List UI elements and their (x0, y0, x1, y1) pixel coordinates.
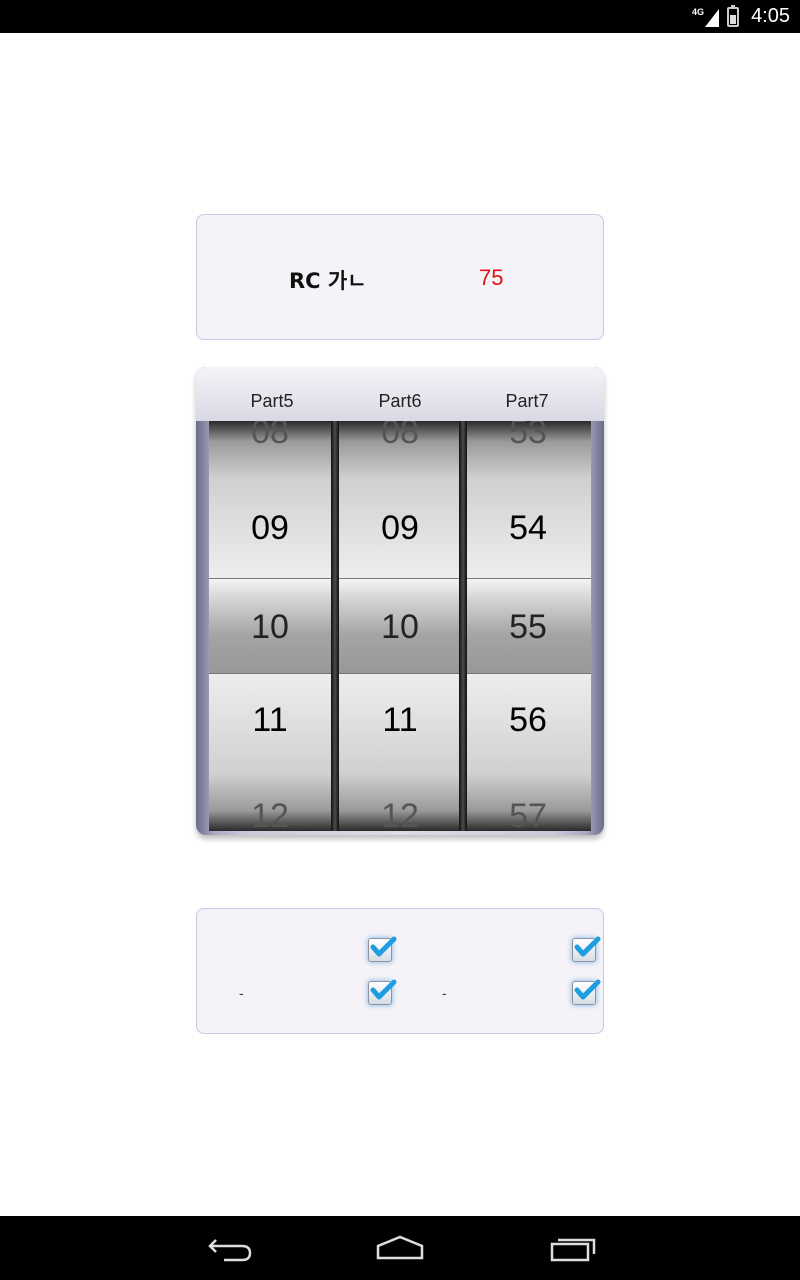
checkbox-option-1[interactable] (368, 936, 397, 962)
home-icon[interactable] (370, 1228, 430, 1268)
score-label: RC 가ㄴ (289, 269, 367, 293)
checkbox-option-4[interactable] (572, 979, 601, 1005)
column-header-part6: Part6 (378, 391, 422, 411)
wheel-value: 56 (509, 700, 547, 739)
selected-value-part7: 55 (509, 607, 547, 646)
wheel-value: 54 (509, 508, 547, 547)
check-icon (574, 979, 601, 1000)
wheel-value: 12 (381, 796, 419, 832)
wheel-value: 11 (382, 700, 418, 739)
network-type: 4G (692, 6, 705, 17)
wheel-value: 12 (251, 796, 289, 832)
check-icon (370, 979, 397, 1000)
status-bar: 4G 4:05 (0, 0, 800, 33)
options-card: - - (196, 908, 604, 1034)
score-value: 75 (479, 265, 504, 290)
selection-band: 10 10 55 (209, 578, 591, 674)
score-card: RC 가ㄴ 75 (196, 214, 604, 340)
option-label-right: - (442, 985, 447, 1001)
column-header-part5: Part5 (250, 391, 294, 411)
wheel-value: 57 (509, 796, 547, 832)
wheel-value: 09 (251, 508, 289, 547)
wheel-value: 09 (381, 508, 419, 547)
navigation-bar (0, 1216, 800, 1280)
picker-header: Part5 Part6 Part7 (196, 367, 604, 421)
wheel-value: 11 (252, 700, 288, 739)
wheel-divider (459, 421, 467, 831)
clock: 4:05 (751, 5, 790, 27)
wheel-divider (331, 421, 339, 831)
selected-value-part5: 10 (251, 607, 289, 646)
battery-icon (727, 4, 740, 27)
checkbox-option-2[interactable] (572, 936, 601, 962)
check-icon (370, 936, 397, 957)
wheel-value: 08 (381, 421, 419, 451)
signal-icon: 4G (692, 6, 720, 27)
wheel-value: 53 (509, 421, 547, 451)
back-icon[interactable] (200, 1228, 260, 1268)
check-icon (574, 936, 601, 957)
recents-icon[interactable] (542, 1228, 602, 1268)
selected-value-part6: 10 (381, 607, 419, 646)
picker-wheels: 08 09 11 12 08 09 11 12 53 54 56 57 10 1… (209, 421, 591, 831)
column-header-part7: Part7 (505, 391, 549, 411)
checkbox-option-3[interactable] (368, 979, 397, 1005)
option-label-left: - (239, 985, 244, 1001)
wheel-value: 08 (251, 421, 289, 451)
score-picker: Part5 Part6 Part7 08 09 11 12 08 09 11 1… (196, 367, 604, 835)
